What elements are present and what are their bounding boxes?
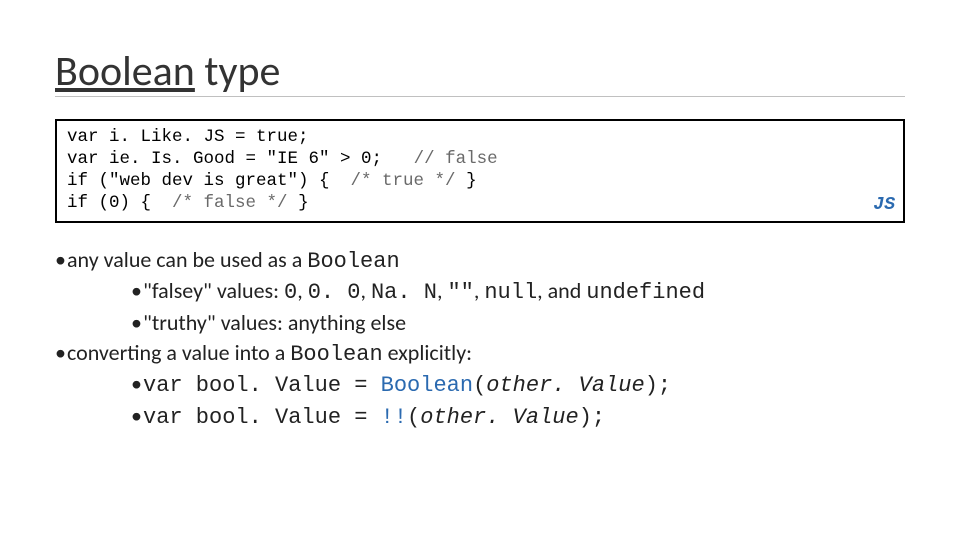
code-line-4a: if (0) { — [67, 193, 172, 213]
code-line-3a: if ("web dev is great") { — [67, 171, 351, 191]
list-item: •var bool. Value = !!(other. Value); — [55, 401, 905, 433]
code-line-1: var i. Like. JS = true; — [67, 127, 309, 147]
title-type: type — [195, 46, 281, 97]
code-block: var i. Like. JS = true; var ie. Is. Good… — [55, 119, 905, 223]
code-line-3c: } — [456, 171, 477, 191]
list-item: •converting a value into a Boolean expli… — [55, 338, 905, 370]
code-comment-false2: /* false */ — [172, 193, 288, 213]
code-comment-false: // false — [414, 149, 498, 169]
list-item: •var bool. Value = Boolean(other. Value)… — [55, 369, 905, 401]
page-title: Boolean type — [55, 50, 905, 97]
code-line-2a: var ie. Is. Good = "IE 6" > 0; — [67, 149, 414, 169]
bullet-list: •any value can be used as a Boolean •"fa… — [55, 245, 905, 433]
list-item: •"falsey" values: 0, 0. 0, Na. N, "", nu… — [55, 276, 905, 308]
boolean-type: Boolean — [307, 249, 399, 274]
list-item: •any value can be used as a Boolean — [55, 245, 905, 277]
title-boolean: Boolean — [55, 46, 195, 97]
code-language-badge: JS — [873, 194, 895, 217]
code-comment-true: /* true */ — [351, 171, 456, 191]
list-item: •"truthy" values: anything else — [55, 308, 905, 338]
code-line-4c: } — [288, 193, 309, 213]
